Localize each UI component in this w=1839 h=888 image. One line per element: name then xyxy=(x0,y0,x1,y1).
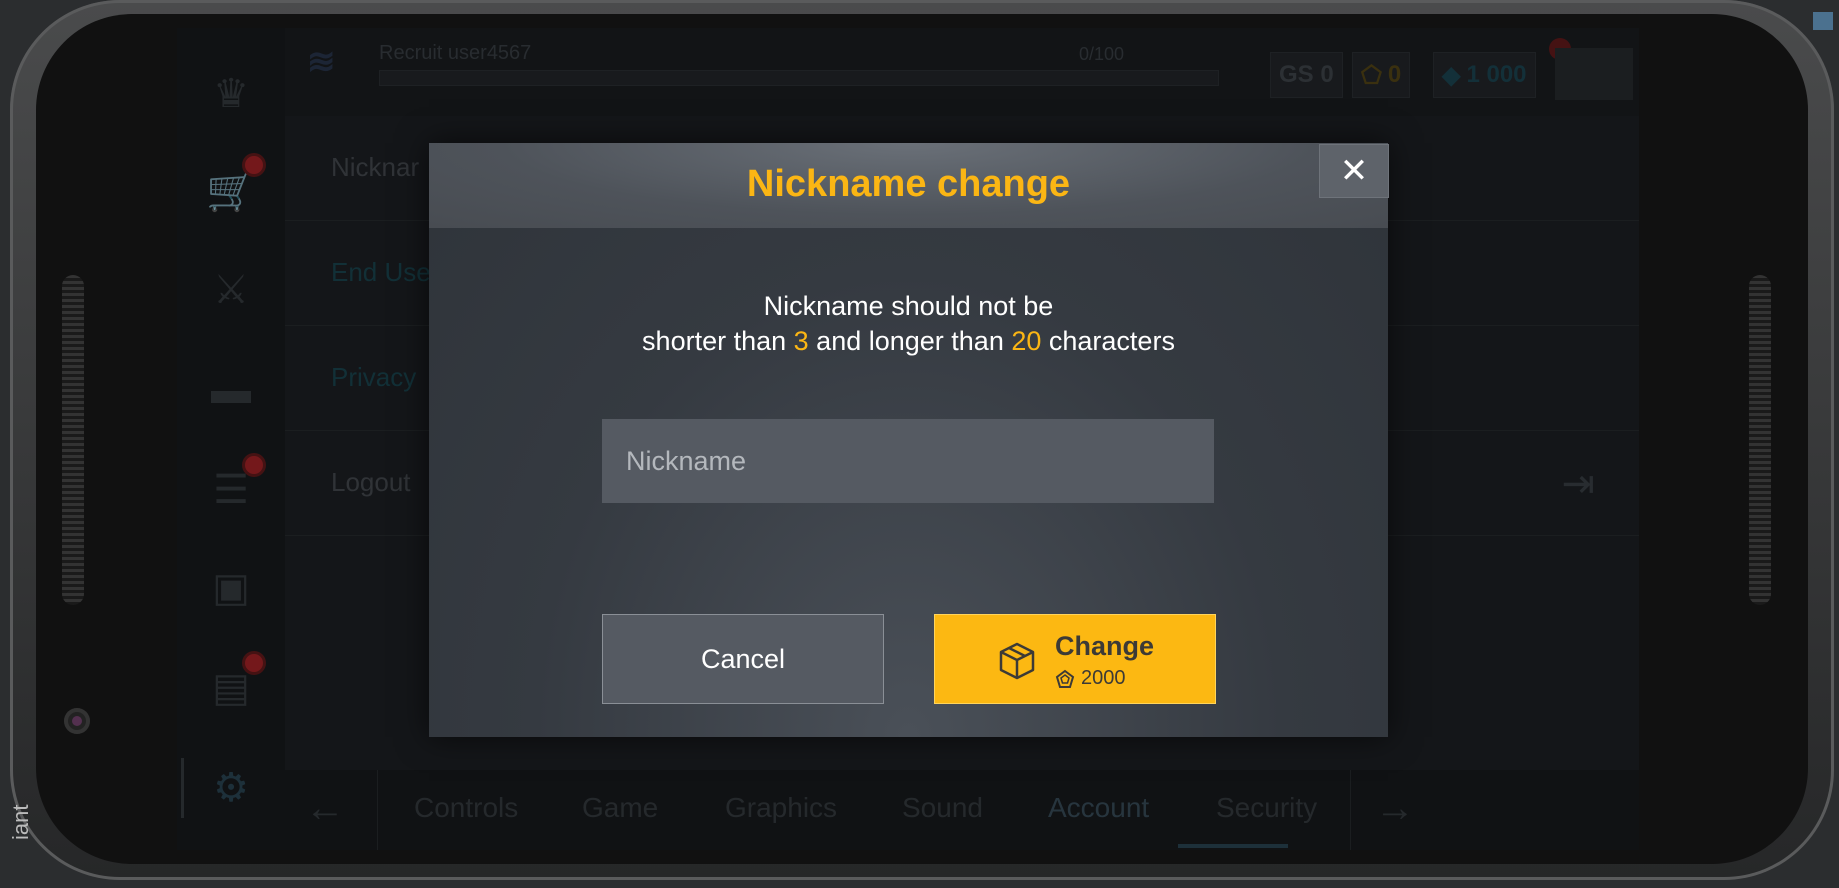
price-value: 2000 xyxy=(1081,667,1126,689)
dialog-title: Nickname change xyxy=(746,163,1071,205)
close-icon: ✕ xyxy=(1339,152,1369,190)
close-button[interactable]: ✕ xyxy=(1319,144,1389,198)
nickname-input[interactable] xyxy=(602,419,1214,503)
side-text: iant xyxy=(8,804,33,840)
message-line-1: Nickname should not be xyxy=(763,291,1054,321)
message-line-2: shorter than 3 and longer than 20 charac… xyxy=(429,324,1388,359)
msg-text: characters xyxy=(1041,326,1175,356)
gold-coin-icon xyxy=(1055,669,1075,688)
right-speaker xyxy=(1749,275,1771,605)
msg-text: and longer than xyxy=(808,326,1012,356)
change-label: Change xyxy=(1055,631,1155,661)
change-button[interactable]: Change 2000 xyxy=(934,614,1216,704)
dialog-message: Nickname should not be shorter than 3 an… xyxy=(429,289,1388,359)
window-icon xyxy=(1813,12,1833,30)
nickname-change-dialog: Nickname change ✕ Nickname should not be… xyxy=(429,143,1389,737)
dialog-header: Nickname change xyxy=(429,143,1388,228)
msg-text: shorter than xyxy=(642,326,794,356)
cancel-button[interactable]: Cancel xyxy=(602,614,884,704)
cancel-label: Cancel xyxy=(700,643,786,674)
box-icon xyxy=(999,642,1035,680)
front-camera xyxy=(64,708,90,734)
max-length: 20 xyxy=(1011,326,1042,356)
change-price: 2000 xyxy=(1055,667,1126,690)
left-speaker xyxy=(62,275,84,605)
min-length: 3 xyxy=(793,326,809,356)
